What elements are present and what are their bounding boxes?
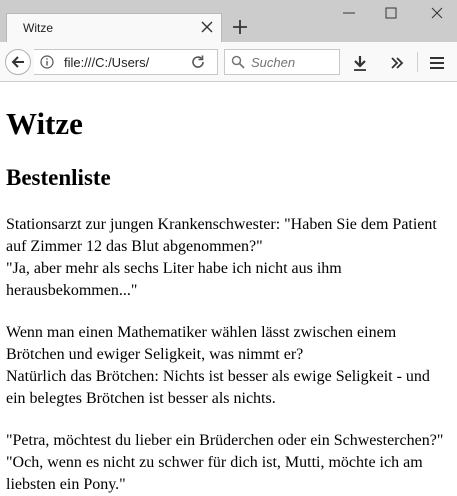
joke-line: "Petra, möchtest du lieber ein Brüderche… bbox=[6, 432, 444, 449]
page-info-icon[interactable] bbox=[40, 55, 54, 69]
url-text[interactable]: file:///C:/Users/ bbox=[64, 55, 149, 70]
download-icon[interactable] bbox=[352, 55, 368, 71]
search-icon bbox=[231, 55, 245, 69]
page-content: Witze Bestenliste Stationsarzt zur junge… bbox=[6, 82, 451, 496]
page-title: Witze bbox=[6, 106, 83, 141]
reload-icon[interactable] bbox=[190, 54, 206, 70]
joke-line: "Och, wenn es nicht zu schwer für dich i… bbox=[6, 454, 423, 493]
joke-paragraph: Wenn man einen Mathematiker wählen lässt… bbox=[6, 322, 451, 410]
joke-line: "Ja, aber mehr als sechs Liter habe ich … bbox=[6, 260, 342, 299]
joke-line: Wenn man einen Mathematiker wählen lässt… bbox=[6, 324, 397, 363]
page-subtitle: Bestenliste bbox=[6, 165, 111, 190]
joke-line: Stationsarzt zur jungen Krankenschwester… bbox=[6, 216, 437, 255]
browser-tab[interactable]: Witze bbox=[6, 13, 222, 43]
search-placeholder: Suchen bbox=[251, 55, 296, 70]
back-button[interactable] bbox=[5, 49, 31, 75]
tab-strip: Witze bbox=[0, 0, 457, 43]
back-arrow-icon bbox=[11, 56, 24, 68]
maximize-icon[interactable] bbox=[384, 6, 398, 20]
window-close-icon[interactable] bbox=[430, 6, 444, 20]
hamburger-menu-icon[interactable] bbox=[429, 55, 445, 71]
search-bar[interactable]: Suchen bbox=[224, 49, 340, 75]
toolbar-separator bbox=[417, 52, 418, 72]
navigation-toolbar: file:///C:/Users/ Suchen bbox=[0, 42, 457, 82]
tab-title: Witze bbox=[23, 21, 53, 35]
overflow-chevron-icon[interactable] bbox=[389, 55, 405, 71]
tab-close-icon[interactable] bbox=[201, 21, 213, 33]
joke-paragraph: Stationsarzt zur jungen Krankenschwester… bbox=[6, 214, 451, 302]
minimize-icon[interactable] bbox=[342, 6, 356, 20]
new-tab-icon[interactable] bbox=[232, 19, 248, 35]
joke-paragraph: "Petra, möchtest du lieber ein Brüderche… bbox=[6, 430, 451, 496]
joke-line: Natürlich das Brötchen: Nichts ist besse… bbox=[6, 368, 430, 407]
